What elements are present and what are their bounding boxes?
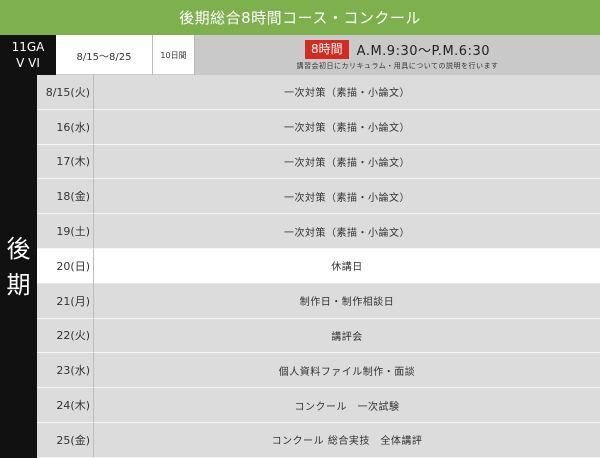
course-info-bar: 11GA V VI 8/15〜8/25 10日間 8時間 A.M.9:30〜P.… [0,35,600,75]
schedule-content: コンクール 一次試験 [93,388,600,423]
schedule-date: 18(金) [37,179,93,215]
hours-badge: 8時間 [305,39,349,59]
schedule-content: コンクール 総合実技 全体講評 [93,422,600,458]
schedule-content: 一次対策（素描・小論文） [93,109,600,145]
schedule-content: 一次対策（素描・小論文） [93,179,600,215]
schedule-content: 制作日・制作相談日 [93,283,600,319]
schedule-date: 24(木) [37,388,93,423]
orientation-note: 講習会初日にカリキュラム・用具についての説明を行います [296,62,499,70]
date-range: 8/15〜8/25 [56,35,153,75]
schedule-date: 19(土) [37,214,93,249]
schedule-row: 23(水) 個人資料ファイル制作・面談 [37,353,600,389]
schedule-row: 24(木) コンクール 一次試験 [37,388,600,423]
schedule-content: 個人資料ファイル制作・面談 [93,353,600,389]
term-label: 後 期 [0,75,37,458]
schedule-row: 19(土) 一次対策（素描・小論文） [37,214,600,249]
schedule-content: 一次対策（素描・小論文） [93,214,600,249]
course-code-line2: V VI [16,56,40,70]
schedule-content: 講評会 [93,318,600,354]
schedule-content: 一次対策（素描・小論文） [93,75,600,110]
schedule-row: 8/15(火) 一次対策（素描・小論文） [37,75,600,110]
schedule-date: 21(月) [37,283,93,319]
schedule-content: 一次対策（素描・小論文） [93,144,600,180]
schedule-date: 16(水) [37,109,93,145]
day-count: 10日間 [153,35,195,75]
schedule-row: 20(日) 休講日 [37,248,600,284]
schedule-date: 17(木) [37,144,93,180]
term-label-char: 後 [6,234,31,263]
course-code-line1: 11GA [11,40,45,54]
schedule-row: 18(金) 一次対策（素描・小論文） [37,179,600,215]
schedule-row: 17(木) 一次対策（素描・小論文） [37,144,600,180]
schedule-date: 23(水) [37,353,93,389]
schedule-table: 8/15(火) 一次対策（素描・小論文） 16(水) 一次対策（素描・小論文） 17(木… [37,75,600,458]
schedule-date: 8/15(火) [37,75,93,110]
schedule-row: 16(水) 一次対策（素描・小論文） [37,109,600,145]
course-title: 後期総合8時間コース・コンクール [179,9,421,27]
course-code: 11GA V VI [0,35,56,75]
schedule-row: 21(月) 制作日・制作相談日 [37,283,600,319]
schedule-row: 22(火) 講評会 [37,318,600,354]
term-label-char: 期 [6,270,31,299]
schedule-date: 22(火) [37,318,93,354]
schedule-content: 休講日 [93,248,600,284]
schedule-row: 25(金) コンクール 総合実技 全体講評 [37,422,600,458]
schedule-date: 25(金) [37,422,93,458]
course-title-banner: 後期総合8時間コース・コンクール [0,0,600,35]
schedule-date: 20(日) [37,248,93,284]
hours-info: 8時間 A.M.9:30〜P.M.6:30 講習会初日にカリキュラム・用具につい… [195,35,600,75]
time-range: A.M.9:30〜P.M.6:30 [356,43,490,59]
